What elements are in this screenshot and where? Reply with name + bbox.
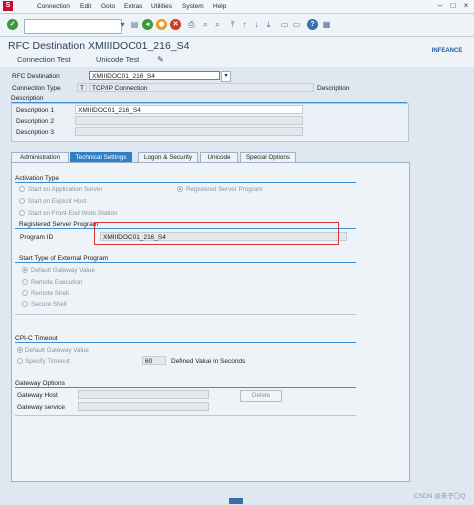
menu-system[interactable]: System: [182, 3, 204, 10]
tab-logon-security[interactable]: Logon & Security: [138, 152, 198, 162]
tab-unicode[interactable]: Unicode: [200, 152, 238, 162]
find-next-icon[interactable]: ⌕: [212, 19, 223, 30]
radio-registered-server-program[interactable]: [177, 186, 183, 192]
new-session-icon[interactable]: ▭: [279, 19, 290, 30]
rfc-destination-field[interactable]: XMIIIDOC01_216_S4: [89, 71, 220, 80]
minimize-icon[interactable]: –: [434, 1, 446, 11]
cpic-default-label: Default Gateway Value: [25, 347, 89, 354]
description-2-label: Description 2: [16, 118, 54, 125]
radio-secure-shell[interactable]: [22, 301, 28, 307]
description-2-field[interactable]: [75, 116, 303, 125]
radio-start-explicit-host[interactable]: [19, 198, 25, 204]
description-group-title: Description: [11, 95, 44, 102]
maximize-icon[interactable]: □: [447, 1, 459, 11]
program-id-highlight: [94, 222, 339, 245]
gateway-service-field[interactable]: [78, 402, 209, 411]
find-icon[interactable]: ⌕: [200, 19, 211, 30]
connection-type-text: TCP/IP Connection: [89, 83, 314, 92]
previous-page-icon[interactable]: ↑: [239, 19, 250, 30]
description-3-field[interactable]: [75, 127, 303, 136]
cancel-icon[interactable]: ✕: [170, 19, 181, 30]
registered-server-program-label: Registered Server Program: [186, 186, 263, 193]
watermark: CSDN @朱子〇Q: [414, 493, 466, 500]
print-icon[interactable]: ⎙: [186, 19, 197, 30]
first-page-icon[interactable]: ⤒: [227, 19, 238, 30]
connection-type-label: Connection Type: [12, 85, 61, 92]
remote-shell-label: Remote Shell: [31, 290, 69, 297]
connection-test-button[interactable]: Connection Test: [17, 55, 71, 64]
cpic-group-line: [15, 342, 356, 343]
menu-connection[interactable]: Connection: [37, 3, 70, 10]
start-front-end-label: Start on Front-End Work Station: [28, 210, 118, 217]
gateway-host-label: Gateway Host: [17, 392, 58, 399]
save-icon[interactable]: ▤: [129, 19, 140, 30]
status-bar: [0, 497, 474, 505]
technical-info-icon[interactable]: ✎: [157, 55, 164, 64]
start-type-group-line: [15, 262, 356, 263]
start-type-divider: [15, 314, 356, 315]
gateway-group-line: [15, 387, 356, 388]
cpic-timeout-title: CPI-C Timeout: [15, 335, 58, 342]
tab-technical-settings[interactable]: Technical Settings: [70, 152, 132, 162]
description-3-label: Description 3: [16, 129, 54, 136]
unicode-test-button[interactable]: Unicode Test: [96, 55, 139, 64]
command-history-icon[interactable]: ▾: [117, 19, 128, 30]
timeout-field[interactable]: 60: [142, 356, 166, 365]
start-type-title: Start Type of External Program: [19, 255, 109, 262]
value-help-icon[interactable]: ▾: [221, 71, 231, 82]
enter-icon[interactable]: ✓: [7, 19, 18, 30]
menu-utilities[interactable]: Utilities: [151, 3, 172, 10]
gateway-divider: [15, 415, 356, 416]
shortcut-icon[interactable]: ▭: [291, 19, 302, 30]
page-title: RFC Destination XMIIIDOC01_216_S4: [8, 40, 190, 52]
delete-button[interactable]: Delete: [240, 390, 282, 402]
start-application-server-label: Start on Application Server: [28, 186, 103, 193]
application-toolbar: Connection Test Unicode Test ✎: [0, 53, 474, 67]
layout-menu-icon[interactable]: ▦: [321, 19, 332, 30]
command-field[interactable]: [24, 19, 122, 34]
gateway-options-title: Gateway Options: [15, 380, 65, 387]
timeout-suffix-label: Defined Value in Seconds: [171, 358, 246, 365]
description-1-field[interactable]: XMIIIDOC01_216_S4: [75, 105, 303, 114]
description-1-label: Description 1: [16, 107, 54, 114]
gateway-host-field[interactable]: [78, 390, 209, 399]
connection-type-code: T: [77, 83, 87, 92]
radio-specify-timeout[interactable]: [17, 358, 23, 364]
specify-timeout-label: Specify Timeout: [25, 358, 70, 365]
last-page-icon[interactable]: ⤓: [263, 19, 274, 30]
start-explicit-host-label: Start on Explicit Host: [28, 198, 87, 205]
close-icon[interactable]: ×: [460, 1, 472, 11]
help-icon[interactable]: ?: [307, 19, 318, 30]
tab-special-options[interactable]: Special Options: [240, 152, 296, 162]
default-gateway-label: Default Gateway Value: [31, 267, 95, 274]
radio-cpic-default[interactable]: [17, 347, 23, 353]
standard-toolbar: ✓ ▾ ▤ ◂ ◉ ✕ ⎙ ⌕ ⌕ ⤒ ↑ ↓ ⤓ ▭ ▭ ? ▦: [0, 14, 474, 37]
tab-administration[interactable]: Administration: [11, 152, 69, 162]
menu-bar: S Connection Edit Goto Extras Utilities …: [0, 0, 474, 14]
registered-server-title: Registered Server Program: [19, 221, 99, 228]
radio-default-gateway[interactable]: [22, 267, 28, 273]
rfc-destination-label: RFC Destination: [12, 73, 60, 80]
activation-group-line: [15, 182, 356, 183]
secure-shell-label: Secure Shell: [31, 301, 67, 308]
status-indicator: [229, 498, 243, 504]
sap-menu-icon[interactable]: S: [3, 1, 13, 11]
menu-help[interactable]: Help: [213, 3, 226, 10]
radio-start-application-server[interactable]: [19, 186, 25, 192]
radio-start-front-end[interactable]: [19, 210, 25, 216]
activation-type-title: Activation Type: [15, 175, 59, 182]
radio-remote-shell[interactable]: [22, 290, 28, 296]
menu-extras[interactable]: Extras: [124, 3, 142, 10]
back-icon[interactable]: ◂: [142, 19, 153, 30]
menu-goto[interactable]: Goto: [101, 3, 115, 10]
program-id-label: Program ID: [20, 234, 54, 241]
remote-execution-label: Remote Execution: [31, 279, 83, 286]
radio-remote-execution[interactable]: [22, 279, 28, 285]
menu-edit[interactable]: Edit: [80, 3, 91, 10]
exit-icon[interactable]: ◉: [156, 19, 167, 30]
next-page-icon[interactable]: ↓: [251, 19, 262, 30]
connection-type-description: Description: [317, 85, 350, 92]
gateway-service-label: Gateway service: [17, 404, 66, 411]
